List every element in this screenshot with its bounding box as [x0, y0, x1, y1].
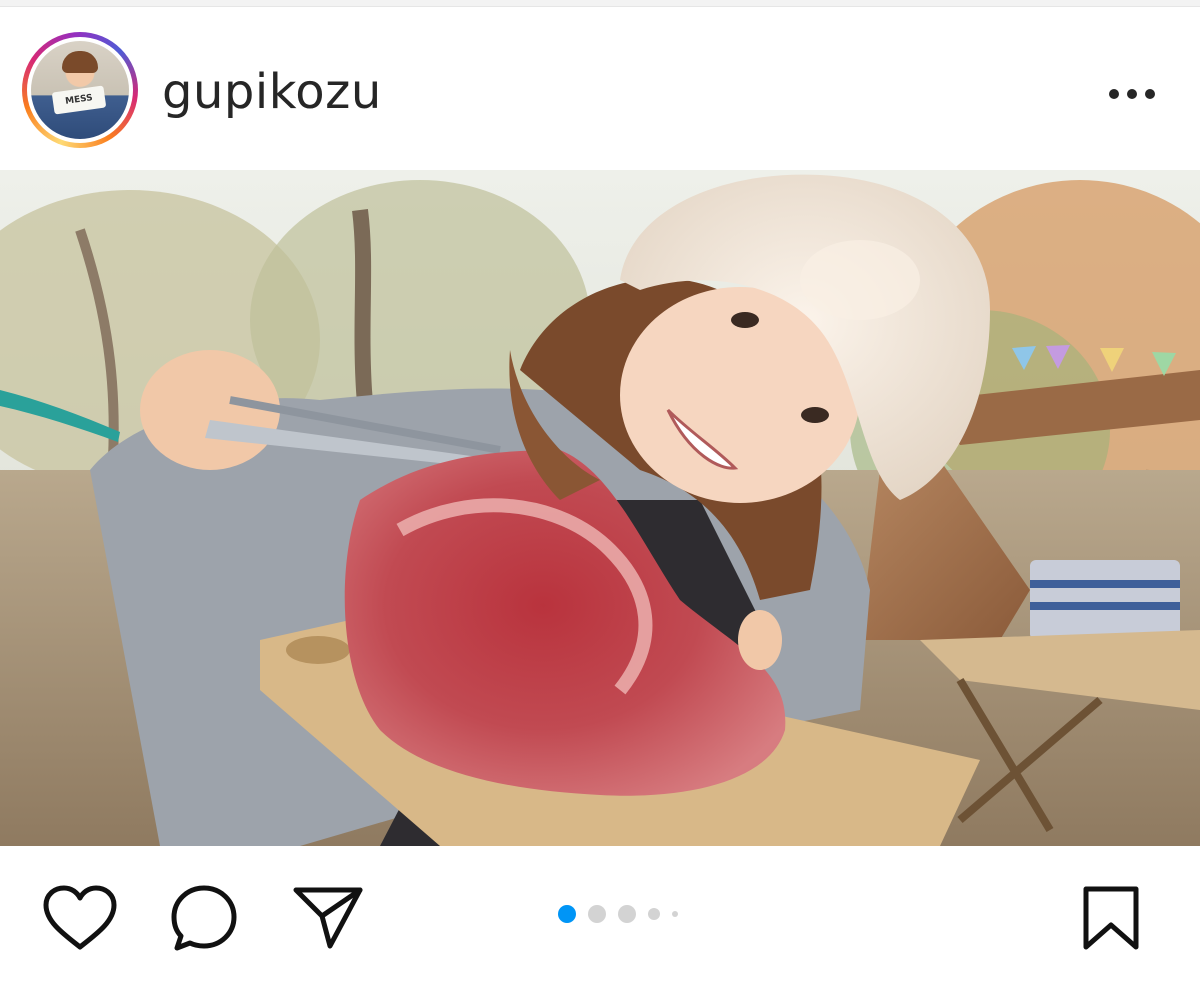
post-photo[interactable]	[0, 170, 1200, 846]
carousel-dot[interactable]	[588, 905, 606, 923]
save-button[interactable]	[1071, 878, 1151, 958]
carousel-dot[interactable]	[648, 908, 660, 920]
more-horizontal-icon	[1105, 89, 1159, 99]
photo-scene	[0, 170, 1200, 846]
post-header: MESS gupikozu	[0, 6, 1200, 170]
like-button[interactable]	[40, 878, 120, 958]
comment-button[interactable]	[164, 878, 244, 958]
share-button[interactable]	[288, 878, 368, 958]
paper-plane-icon	[293, 887, 363, 949]
avatar-sign: MESS	[51, 85, 107, 115]
more-options-button[interactable]	[1100, 78, 1164, 110]
carousel-dot[interactable]	[558, 905, 576, 923]
bookmark-icon	[1083, 886, 1139, 950]
profile-avatar[interactable]: MESS	[22, 32, 138, 148]
avatar-image: MESS	[31, 41, 129, 139]
carousel-indicator	[558, 903, 690, 925]
heart-icon	[43, 885, 117, 950]
username-link[interactable]: gupikozu	[162, 64, 382, 120]
carousel-dot[interactable]	[618, 905, 636, 923]
carousel-dot[interactable]	[672, 911, 678, 917]
comment-bubble-icon	[171, 885, 237, 951]
